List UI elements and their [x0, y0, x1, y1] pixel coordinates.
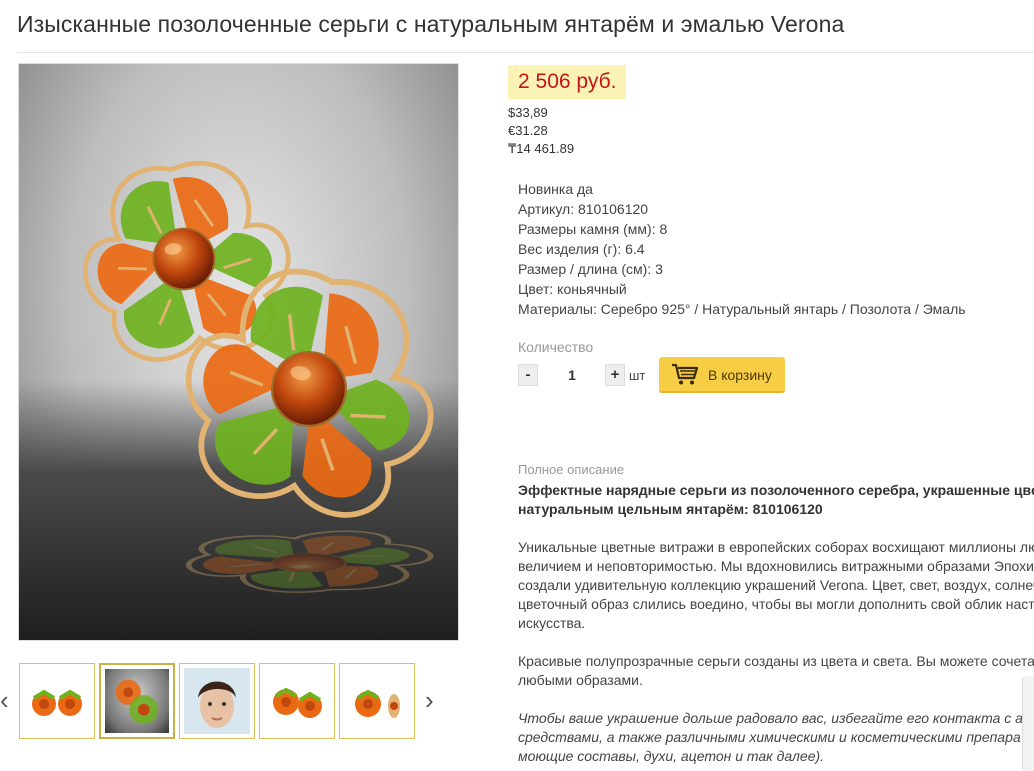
price-kzt: ₸14 461.89 — [508, 141, 575, 156]
earrings-pair-thumb-icon — [32, 689, 82, 716]
thumbnail-1[interactable] — [19, 663, 95, 739]
title-divider — [17, 52, 1034, 53]
main-product-image[interactable] — [18, 63, 459, 641]
thumbnail-gallery: ‹ › — [0, 663, 460, 739]
thumbnail-4[interactable] — [259, 663, 335, 739]
model-face-thumb — [184, 668, 250, 734]
earrings-side-thumb-icon — [355, 689, 400, 718]
description-paragraph-2: Красивые полупрозрачные серьги созданы и… — [518, 653, 1034, 688]
description-heading: Эффектные нарядные серьги из позолоченно… — [518, 482, 1034, 517]
property-stone-size: Размеры камня (мм): 8 — [518, 221, 668, 237]
thumbnail-2[interactable] — [99, 663, 175, 739]
property-article: Артикул: 810106120 — [518, 201, 649, 217]
shopping-cart-icon — [672, 363, 699, 385]
earrings-illustration — [19, 64, 459, 641]
quantity-unit: шт — [629, 368, 646, 383]
chevron-left-icon[interactable]: ‹ — [0, 687, 9, 713]
property-length: Размер / длина (см): 3 — [518, 261, 663, 277]
quantity-increment-button[interactable]: + — [605, 364, 625, 386]
full-description: Эффектные нарядные серьги из позолоченно… — [518, 481, 1034, 771]
price-eur: €31.28 — [508, 123, 548, 138]
property-weight: Вес изделия (г): 6.4 — [518, 241, 645, 257]
product-title: Изысканные позолоченные серьги с натурал… — [17, 11, 845, 37]
earrings-closeup-thumb — [105, 669, 169, 733]
thumbnail-3[interactable] — [179, 663, 255, 739]
thumbnail-5[interactable] — [339, 663, 415, 739]
alt-currency-prices: $33,89 €31.28 ₸14 461.89 — [508, 104, 574, 158]
quantity-label: Количество — [518, 339, 594, 355]
description-care-note: Чтобы ваше украшение дольше радовало вас… — [518, 710, 1023, 764]
property-new: Новинка да — [518, 181, 593, 197]
earrings-pair-thumb-icon — [273, 687, 322, 718]
chevron-right-icon[interactable]: › — [425, 687, 434, 713]
property-color: Цвет: коньячный — [518, 281, 627, 297]
quantity-decrement-button[interactable]: - — [518, 364, 538, 386]
description-paragraph-1: Уникальные цветные витражи в европейских… — [518, 539, 1034, 631]
product-properties: Новинка да Артикул: 810106120 Размеры ка… — [518, 179, 966, 319]
description-label: Полное описание — [518, 462, 625, 477]
property-materials: Материалы: Серебро 925° / Натуральный ян… — [518, 301, 966, 317]
add-to-cart-button[interactable]: В корзину — [659, 357, 785, 393]
add-to-cart-label: В корзину — [708, 367, 772, 383]
price-usd: $33,89 — [508, 105, 548, 120]
side-panel-tab[interactable] — [1022, 676, 1034, 771]
quantity-input[interactable] — [552, 364, 592, 386]
price-badge: 2 506 руб. — [508, 65, 627, 99]
